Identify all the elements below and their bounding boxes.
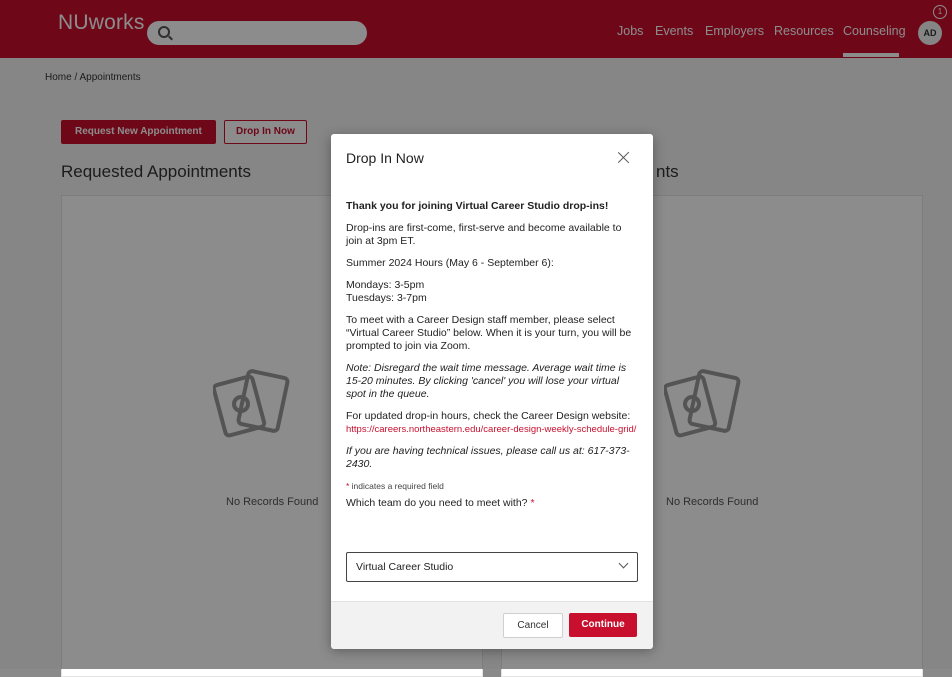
continue-button[interactable]: Continue — [569, 613, 637, 637]
chevron-down-icon — [618, 558, 629, 569]
drop-in-modal: Drop In Now Thank you for joining Virtua… — [331, 134, 653, 649]
drop-in-info: Drop-ins are first-come, first-serve and… — [346, 222, 622, 247]
modal-footer: Cancel Continue — [331, 601, 653, 649]
hours-tuesday: Tuesdays: 3-7pm — [346, 292, 427, 304]
hours-monday: Mondays: 3-5pm — [346, 279, 425, 291]
required-star: * — [530, 497, 535, 509]
close-icon[interactable] — [617, 151, 631, 165]
updated-hours-label: For updated drop-in hours, check the Car… — [346, 410, 631, 422]
team-label-text: Which team do you need to meet with? — [346, 497, 528, 509]
updated-hours-text: For updated drop-in hours, check the Car… — [346, 410, 638, 436]
modal-title: Drop In Now — [346, 150, 424, 166]
summer-hours-label: Summer 2024 Hours (May 6 - September 6): — [346, 257, 554, 269]
modal-header: Drop In Now — [331, 134, 653, 183]
hours-list: Mondays: 3-5pm Tuesdays: 3-7pm — [346, 279, 638, 305]
team-select-label: Which team do you need to meet with? * — [346, 497, 638, 510]
required-field-note: * indicates a required field — [346, 480, 638, 493]
modal-heading: Thank you for joining Virtual Career Stu… — [346, 200, 609, 212]
required-note-text: indicates a required field — [351, 481, 444, 491]
career-design-link[interactable]: https://careers.northeastern.edu/career-… — [346, 424, 636, 435]
instructions: To meet with a Career Design staff membe… — [346, 314, 632, 352]
modal-body: Thank you for joining Virtual Career Stu… — [346, 200, 638, 516]
team-select[interactable]: Virtual Career Studio — [346, 552, 638, 582]
team-select-value: Virtual Career Studio — [356, 561, 454, 573]
cancel-button[interactable]: Cancel — [503, 613, 563, 638]
wait-time-note: Note: Disregard the wait time message. A… — [346, 362, 627, 400]
technical-issues-text: If you are having technical issues, plea… — [346, 445, 630, 470]
